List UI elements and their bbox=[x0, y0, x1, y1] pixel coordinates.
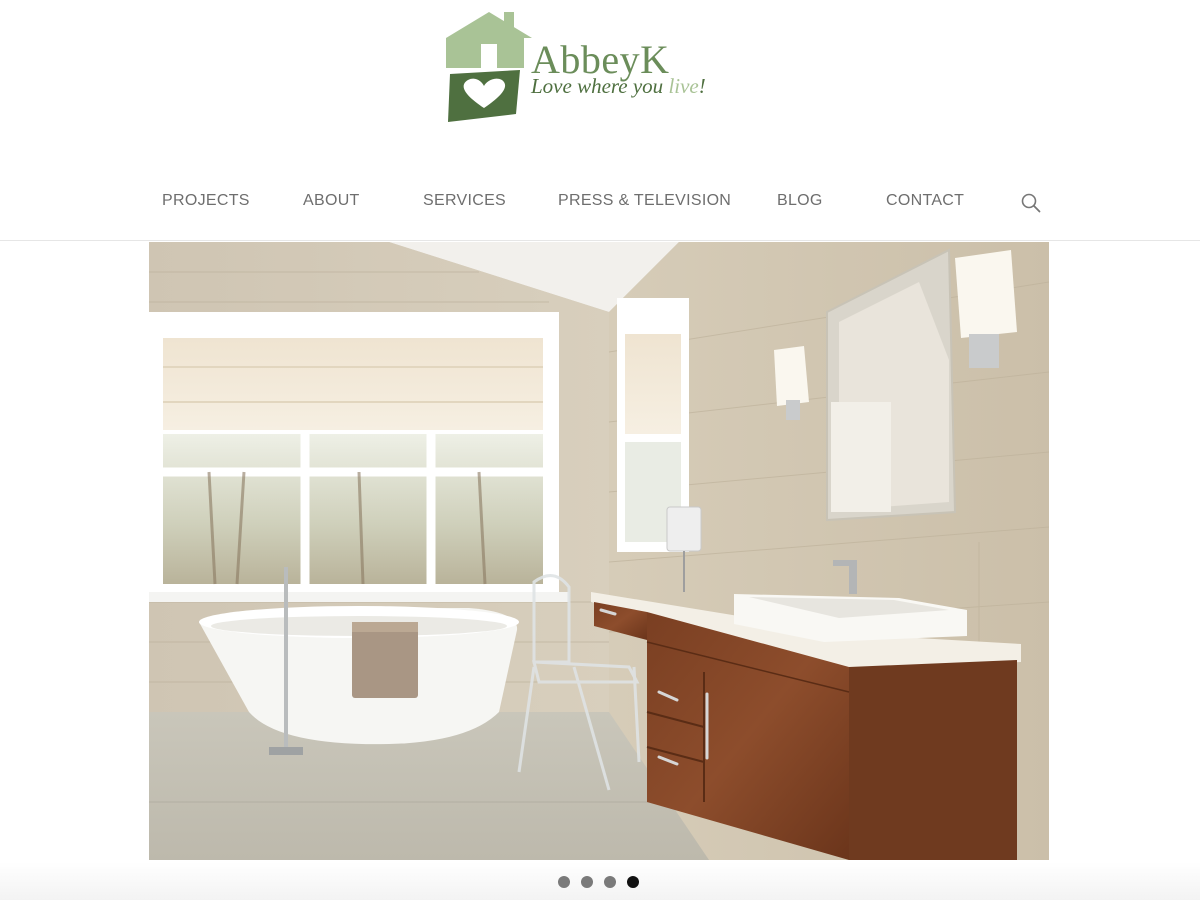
nav-item-projects[interactable]: PROJECTS bbox=[162, 192, 250, 210]
slide-dot-4-active[interactable] bbox=[627, 876, 639, 888]
slide-dot-3[interactable] bbox=[604, 876, 616, 888]
nav-item-blog[interactable]: BLOG bbox=[777, 192, 823, 210]
house-heart-logo-icon bbox=[446, 12, 532, 122]
brand-tagline: Love where you live! bbox=[531, 74, 706, 98]
bathroom-photo bbox=[149, 242, 1049, 860]
main-nav: PROJECTS ABOUT SERVICES PRESS & TELEVISI… bbox=[0, 176, 1200, 228]
nav-item-contact[interactable]: CONTACT bbox=[886, 192, 964, 210]
nav-item-about[interactable]: ABOUT bbox=[303, 192, 360, 210]
hero-slideshow-image[interactable] bbox=[149, 242, 1049, 860]
nav-item-services[interactable]: SERVICES bbox=[423, 192, 506, 210]
slideshow-pagination bbox=[558, 876, 639, 888]
slide-dot-1[interactable] bbox=[558, 876, 570, 888]
slide-dot-2[interactable] bbox=[581, 876, 593, 888]
nav-divider bbox=[0, 240, 1200, 241]
site-logo[interactable]: AbbeyK Love where you live! bbox=[444, 10, 744, 126]
tagline-accent: live bbox=[668, 74, 699, 98]
nav-item-press-television[interactable]: PRESS & TELEVISION bbox=[558, 192, 731, 210]
search-icon[interactable] bbox=[1020, 192, 1042, 214]
